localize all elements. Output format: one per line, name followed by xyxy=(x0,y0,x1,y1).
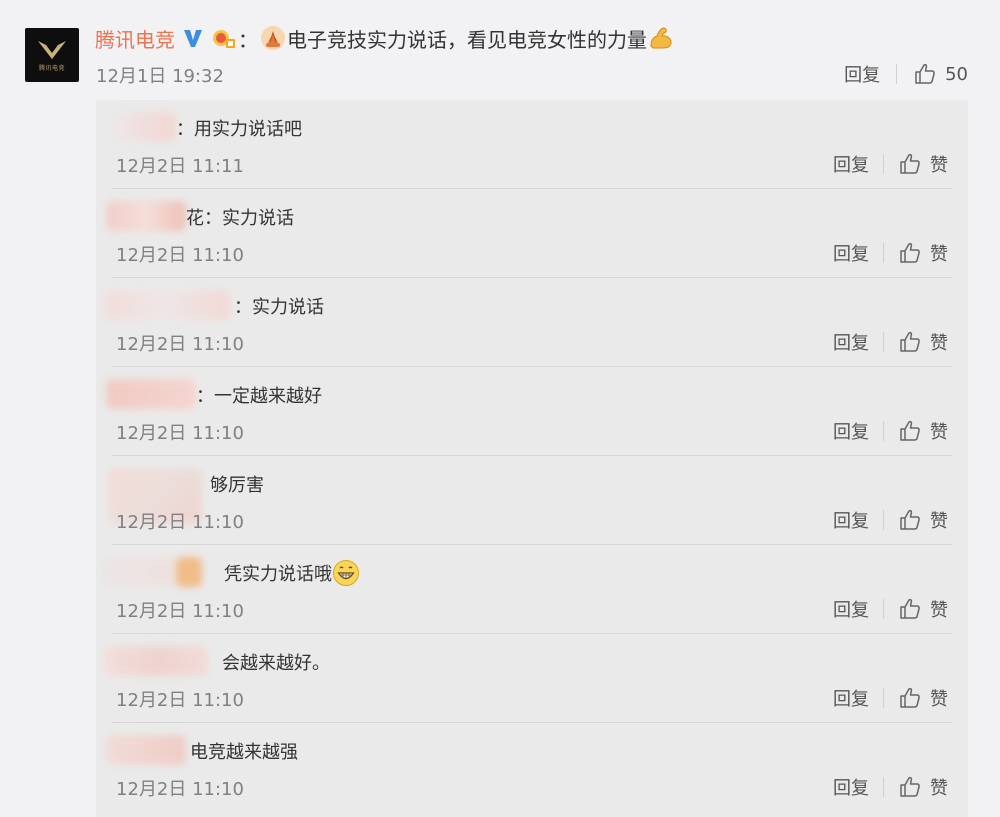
reply-button[interactable]: 回复 xyxy=(833,240,869,266)
reply-time: 12月2日 11:10 xyxy=(116,601,244,622)
thumbs-up-icon[interactable] xyxy=(898,330,922,354)
colon: ： xyxy=(238,27,258,52)
action-divider xyxy=(883,243,884,263)
reply-text: 凭实力说话哦 xyxy=(224,559,360,587)
reply-actions: 回复 赞 xyxy=(833,239,948,267)
reply-time: 12月2日 11:10 xyxy=(116,423,244,444)
like-button[interactable]: 赞 xyxy=(930,418,948,444)
like-button[interactable]: 赞 xyxy=(930,507,948,533)
reply-text-content: 凭实力说话哦 xyxy=(224,564,332,585)
reply-button[interactable]: 回复 xyxy=(833,774,869,800)
muscle-emoji-icon xyxy=(647,24,675,52)
reply-author-blurred[interactable] xyxy=(104,646,208,676)
thumbs-up-icon[interactable] xyxy=(898,686,922,710)
tencent-esports-logo-icon xyxy=(38,40,66,59)
like-button[interactable]: 赞 xyxy=(930,596,948,622)
fan-medal-icon[interactable] xyxy=(211,26,237,50)
reply-author-blurred[interactable] xyxy=(102,557,176,587)
reply-button[interactable]: 回复 xyxy=(833,507,869,533)
post-reply-button[interactable]: 回复 xyxy=(844,61,880,87)
thumbs-up-icon[interactable] xyxy=(898,419,922,443)
post-content: 腾讯电竞 ： 电子竞技实力说话，看见电竞女性的力量 xyxy=(95,22,675,54)
reply-item: 会越来越好。 12月2日 11:10 回复 赞 xyxy=(96,634,968,723)
like-button[interactable]: 赞 xyxy=(930,329,948,355)
action-divider xyxy=(896,64,898,84)
verified-v-icon[interactable] xyxy=(181,26,205,50)
reply-author-blurred[interactable] xyxy=(176,557,202,587)
reply-actions: 回复 赞 xyxy=(833,150,948,178)
reply-actions: 回复 赞 xyxy=(833,328,948,356)
thumbs-up-icon[interactable] xyxy=(898,508,922,532)
reply-text: 够厉害 xyxy=(210,475,264,496)
reply-author-blurred[interactable] xyxy=(106,201,186,231)
post-like-count[interactable]: 50 xyxy=(945,64,968,85)
pray-emoji-icon xyxy=(259,24,287,52)
reply-text: ：实力说话 xyxy=(234,297,324,318)
reply-time: 12月2日 11:10 xyxy=(116,690,244,711)
reply-author-blurred[interactable] xyxy=(104,290,230,320)
reply-text: 花：实力说话 xyxy=(186,208,294,229)
reply-author-blurred[interactable] xyxy=(106,379,196,409)
reply-item: ：实力说话 12月2日 11:10 回复 赞 xyxy=(96,278,968,367)
post-author[interactable]: 腾讯电竞 xyxy=(95,24,175,53)
reply-button[interactable]: 回复 xyxy=(833,685,869,711)
reply-item: 凭实力说话哦 12月2日 11:10 回复 赞 xyxy=(96,545,968,634)
avatar-caption: 腾讯电竞 xyxy=(38,64,65,72)
thumbs-up-icon[interactable] xyxy=(898,152,922,176)
like-button[interactable]: 赞 xyxy=(930,685,948,711)
reply-item: 够厉害 12月2日 11:10 回复 赞 xyxy=(96,456,968,545)
reply-item: ：一定越来越好 12月2日 11:10 回复 赞 xyxy=(96,367,968,456)
reply-text: 会越来越好。 xyxy=(222,653,330,674)
action-divider xyxy=(883,599,884,619)
reply-button[interactable]: 回复 xyxy=(833,151,869,177)
reply-text: 电竞越来越强 xyxy=(190,742,298,763)
reply-author-blurred[interactable] xyxy=(114,112,176,142)
action-divider xyxy=(883,510,884,530)
thumbs-up-icon[interactable] xyxy=(898,597,922,621)
post-text: 电子竞技实力说话，看见电竞女性的力量 xyxy=(287,27,647,52)
reply-text: ：用实力说话吧 xyxy=(176,119,302,140)
avatar[interactable]: 腾讯电竞 xyxy=(25,28,79,82)
reply-actions: 回复 赞 xyxy=(833,506,948,534)
thumbs-up-icon[interactable] xyxy=(898,775,922,799)
action-divider xyxy=(883,688,884,708)
reply-actions: 回复 赞 xyxy=(833,595,948,623)
reply-actions: 回复 赞 xyxy=(833,773,948,801)
reply-time: 12月2日 11:10 xyxy=(116,512,244,533)
reply-button[interactable]: 回复 xyxy=(833,418,869,444)
action-divider xyxy=(883,421,884,441)
reply-actions: 回复 赞 xyxy=(833,417,948,445)
action-divider xyxy=(883,154,884,174)
reply-time: 12月2日 11:10 xyxy=(116,334,244,355)
like-button[interactable]: 赞 xyxy=(930,774,948,800)
action-divider xyxy=(883,777,884,797)
like-button[interactable]: 赞 xyxy=(930,240,948,266)
thumbs-up-icon[interactable] xyxy=(898,241,922,265)
like-button[interactable]: 赞 xyxy=(930,151,948,177)
reply-list: ：用实力说话吧 12月2日 11:11 回复 赞 花：实力说话 12月2日 11… xyxy=(96,100,968,817)
reply-item: 花：实力说话 12月2日 11:10 回复 赞 xyxy=(96,189,968,278)
post-actions: 回复 50 xyxy=(844,60,968,88)
reply-time: 12月2日 11:10 xyxy=(116,245,244,266)
thumbs-up-icon[interactable] xyxy=(913,62,937,86)
grin-emoji-icon xyxy=(332,559,360,587)
reply-button[interactable]: 回复 xyxy=(833,329,869,355)
reply-time: 12月2日 11:10 xyxy=(116,779,244,800)
reply-button[interactable]: 回复 xyxy=(833,596,869,622)
reply-actions: 回复 赞 xyxy=(833,684,948,712)
reply-author-blurred[interactable] xyxy=(106,735,186,765)
post-time: 12月1日 19:32 xyxy=(96,66,224,87)
reply-text: ：一定越来越好 xyxy=(196,386,322,407)
reply-item: 电竞越来越强 12月2日 11:10 回复 赞 xyxy=(96,723,968,812)
reply-time: 12月2日 11:11 xyxy=(116,156,244,177)
reply-item: ：用实力说话吧 12月2日 11:11 回复 赞 xyxy=(96,100,968,189)
action-divider xyxy=(883,332,884,352)
